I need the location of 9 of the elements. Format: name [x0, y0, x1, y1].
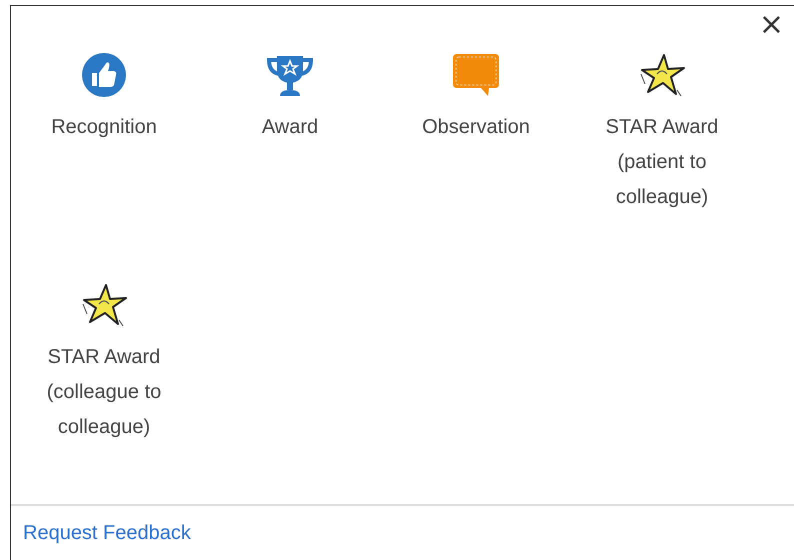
option-label[interactable]: STAR Award (colleague to colleague) — [46, 340, 162, 445]
close-button[interactable]: × — [748, 6, 794, 44]
option-label[interactable]: STAR Award (patient to colleague) — [606, 110, 718, 215]
thumbs-up-icon — [81, 52, 127, 98]
option-label[interactable]: Observation — [422, 110, 530, 145]
request-feedback-link[interactable]: Request Feedback — [23, 522, 191, 544]
option-label[interactable]: Award — [262, 110, 318, 145]
option-label[interactable]: Recognition — [51, 110, 157, 145]
speech-bubble-icon — [451, 52, 501, 98]
